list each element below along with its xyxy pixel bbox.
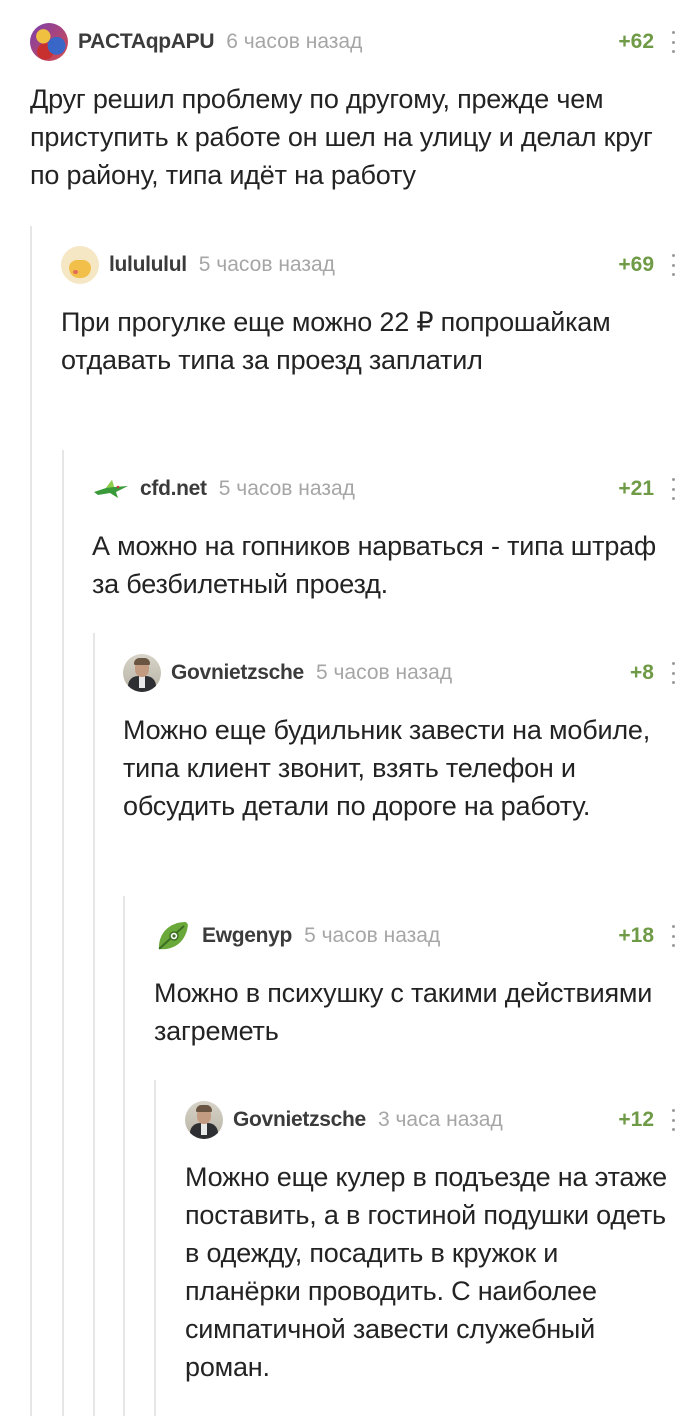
comment-rating: +18 [618, 924, 654, 947]
comment-time[interactable]: 5 часов назад [316, 661, 452, 685]
comment-text: Друг решил проблему по другому, прежде ч… [30, 84, 653, 190]
comment: Ewgenyp 5 часов назад +18 Можно в психуш… [154, 916, 678, 1050]
comment-time[interactable]: 3 часа назад [378, 1108, 503, 1132]
emoji-avatar-icon[interactable] [61, 246, 99, 284]
comment-rating: +8 [630, 661, 654, 684]
thread-branch-line[interactable] [93, 633, 95, 1416]
comment: cfd.net 5 часов назад +21 А можно на гоп… [92, 469, 678, 603]
thread-branch-line[interactable] [123, 896, 125, 1416]
comment-author[interactable]: Govnietzsche [233, 1108, 366, 1132]
comment-author[interactable]: PACTAqpAPU [78, 30, 215, 54]
comment-header: cfd.net 5 часов назад +21 [92, 469, 678, 509]
more-vertical-icon[interactable] [668, 662, 678, 684]
comment: lulululul 5 часов назад +69 При прогулке… [61, 245, 678, 379]
comment-header: PACTAqpAPU 6 часов назад +62 [30, 22, 678, 62]
comment-rating: +21 [618, 477, 654, 500]
more-vertical-icon[interactable] [668, 478, 678, 500]
abstract-avatar-icon[interactable] [30, 23, 68, 61]
comment-time[interactable]: 5 часов назад [304, 924, 440, 948]
comment-rating: +62 [618, 30, 654, 53]
comment-header: Govnietzsche 3 часа назад +12 [185, 1100, 678, 1140]
bird-avatar-icon[interactable] [92, 470, 130, 508]
comment: Govnietzsche 5 часов назад +8 Можно еще … [123, 653, 678, 825]
comment-text: При прогулке еще можно 22 ₽ попрошайкам … [61, 307, 611, 375]
comment-header: Govnietzsche 5 часов назад +8 [123, 653, 678, 693]
comment-text: А можно на гопников нарваться - типа штр… [92, 531, 656, 599]
comment-rating: +69 [618, 253, 654, 276]
comment-header: lulululul 5 часов назад +69 [61, 245, 678, 285]
leaf-avatar-icon[interactable] [154, 917, 192, 955]
comment: Govnietzsche 3 часа назад +12 Можно еще … [185, 1100, 678, 1386]
comment-thread: PACTAqpAPU 6 часов назад +62 Друг решил … [0, 0, 700, 1416]
portrait-avatar-icon[interactable] [185, 1101, 223, 1139]
thread-branch-line[interactable] [154, 1080, 156, 1416]
comment-header: Ewgenyp 5 часов назад +18 [154, 916, 678, 956]
comment-time[interactable]: 5 часов назад [199, 253, 335, 277]
comment: PACTAqpAPU 6 часов назад +62 Друг решил … [30, 22, 678, 194]
comment-author[interactable]: cfd.net [140, 477, 207, 501]
comment-author[interactable]: Ewgenyp [202, 924, 292, 948]
comment-time[interactable]: 6 часов назад [226, 30, 362, 54]
comment-rating: +12 [618, 1108, 654, 1131]
comment-text: Можно еще кулер в подъезде на этаже пост… [185, 1162, 667, 1382]
comment-time[interactable]: 5 часов назад [219, 477, 355, 501]
comment-author[interactable]: Govnietzsche [171, 661, 304, 685]
thread-branch-line[interactable] [62, 450, 64, 1416]
more-vertical-icon[interactable] [668, 254, 678, 276]
thread-branch-line[interactable] [30, 226, 32, 1416]
comment-text: Можно в психушку с такими действиями заг… [154, 978, 653, 1046]
comment-author[interactable]: lulululul [109, 253, 187, 277]
comment-text: Можно еще будильник завести на мобиле, т… [123, 715, 651, 821]
more-vertical-icon[interactable] [668, 1109, 678, 1131]
more-vertical-icon[interactable] [668, 925, 678, 947]
portrait-avatar-icon[interactable] [123, 654, 161, 692]
more-vertical-icon[interactable] [668, 31, 678, 53]
